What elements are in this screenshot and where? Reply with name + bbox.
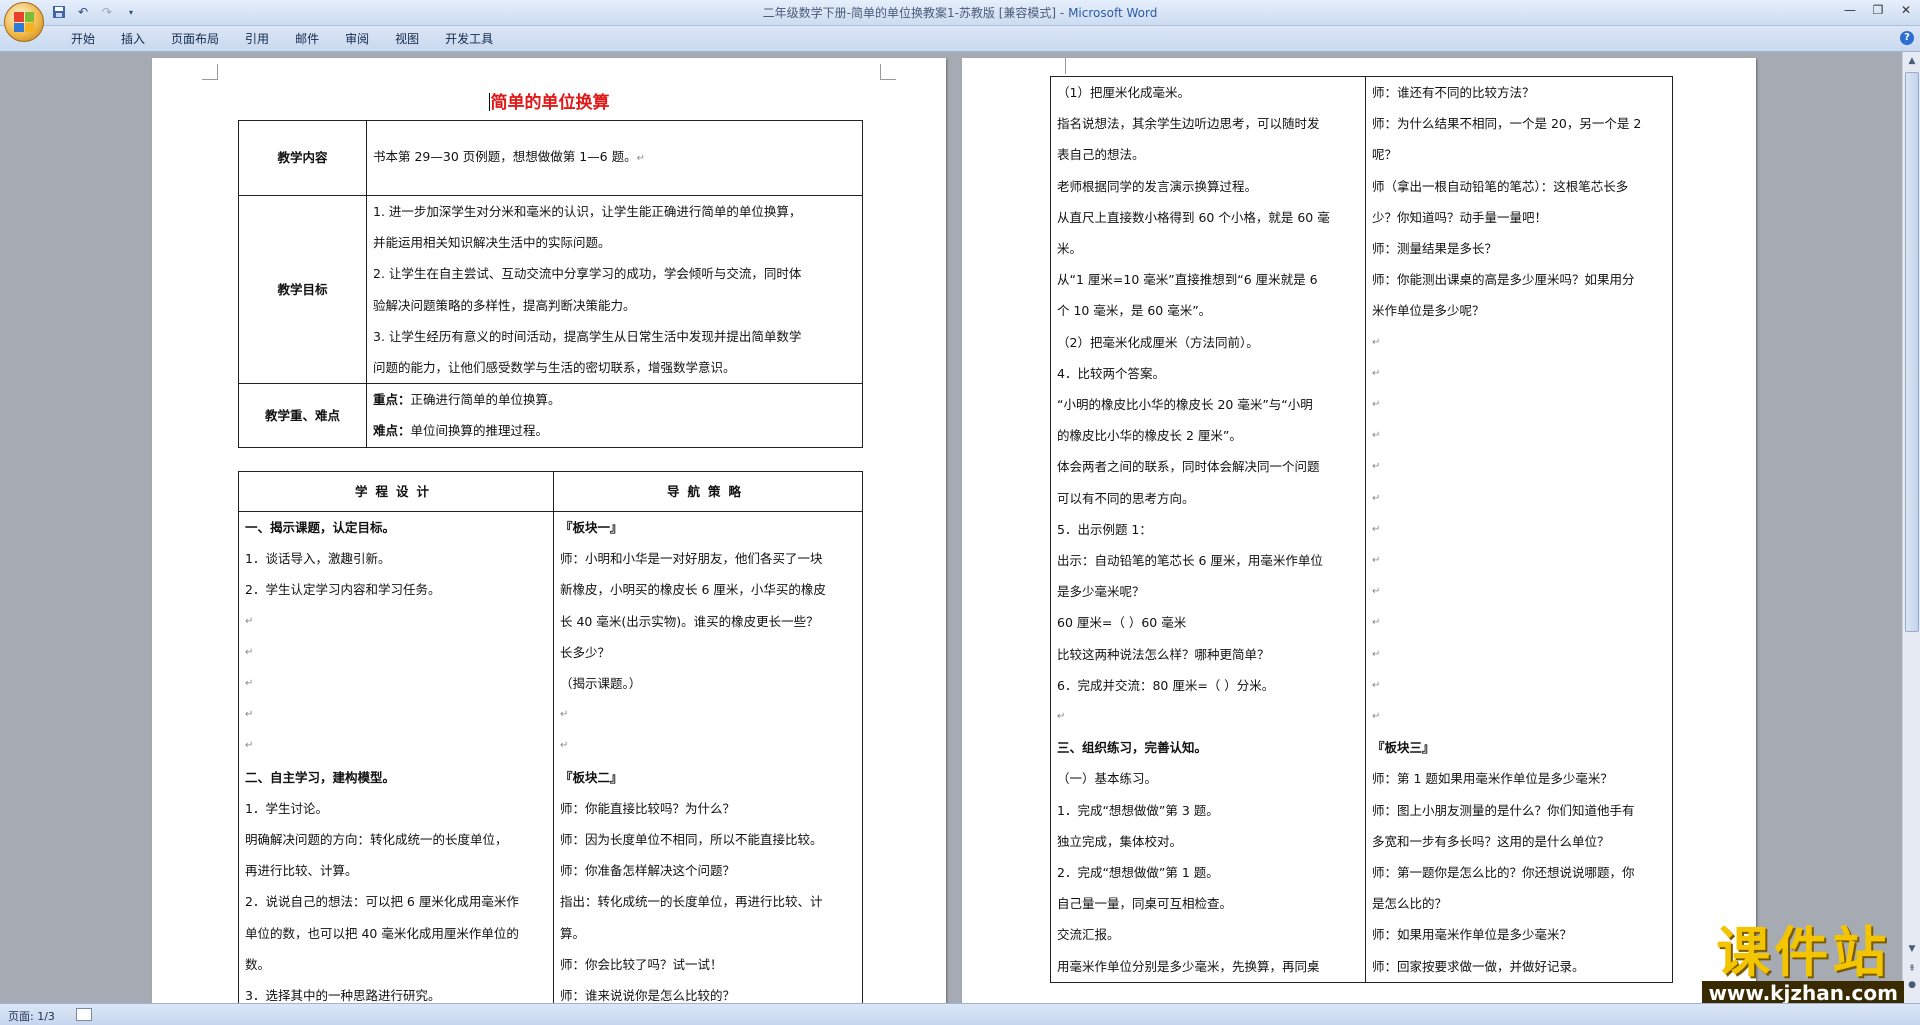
- watermark-logo: 课件站 www.kjzhan.com: [1702, 925, 1904, 1005]
- lesson-table: 学程设计 导航策略 一、揭示课题，认定目标。 1．谈话导入，激趣引新。 2．学生…: [238, 471, 863, 1003]
- tab-mailings[interactable]: 邮件: [282, 30, 332, 48]
- title-bar: ↶ ↷ ▾ 二年级数学下册-简单的单位换教案1-苏教版 [兼容模式] - Mic…: [0, 0, 1920, 42]
- restore-icon[interactable]: ❐: [1864, 0, 1892, 20]
- text-cursor: [488, 93, 490, 111]
- key-head: 教学重、难点: [238, 383, 367, 448]
- goals-text: 1. 进一步加深学生对分米和毫米的认识，让学生能正确进行简单的单位换算， 并能运…: [366, 194, 863, 385]
- tab-home[interactable]: 开始: [58, 30, 108, 48]
- col-head-right: 导航策略: [553, 471, 863, 512]
- tab-view[interactable]: 视图: [382, 30, 432, 48]
- browse-object-icon[interactable]: ●: [1905, 978, 1919, 992]
- tab-developer[interactable]: 开发工具: [432, 30, 506, 48]
- office-button[interactable]: [4, 2, 44, 42]
- page-2[interactable]: （1）把厘米化成毫米。 指名说想法，其余学生边听边思考，可以随时发 表自己的想法…: [962, 58, 1756, 1003]
- scroll-down-icon[interactable]: ▼: [1905, 942, 1919, 956]
- prev-page-icon[interactable]: ⇞: [1905, 962, 1919, 976]
- tab-references[interactable]: 引用: [232, 30, 282, 48]
- scroll-up-icon[interactable]: ▲: [1905, 54, 1919, 68]
- doc-title[interactable]: 简单的单位换算: [152, 88, 946, 113]
- page-1[interactable]: 简单的单位换算 教学内容 书本第 29—30 页例题，想想做做第 1—6 题。↵…: [152, 58, 946, 1003]
- key-text: 重点：正确进行简单的单位换算。 难点：单位间换算的推理过程。: [366, 383, 863, 448]
- watermark-url: www.kjzhan.com: [1702, 981, 1904, 1005]
- vertical-scrollbar[interactable]: ▲ ▼ ⇞ ●: [1902, 52, 1920, 1003]
- content-text: 书本第 29—30 页例题，想想做做第 1—6 题。↵: [366, 120, 863, 196]
- help-icon[interactable]: ?: [1900, 31, 1914, 45]
- lesson-table-continued: （1）把厘米化成毫米。 指名说想法，其余学生边听边思考，可以随时发 表自己的想法…: [1050, 76, 1673, 983]
- col-head-left: 学程设计: [238, 471, 554, 512]
- scroll-thumb[interactable]: [1905, 72, 1919, 632]
- info-table: 教学内容 书本第 29—30 页例题，想想做做第 1—6 题。↵ 教学目标 1.…: [238, 120, 863, 448]
- minimize-icon[interactable]: —: [1836, 0, 1864, 20]
- page-indicator[interactable]: 页面: 1/3: [8, 1008, 55, 1024]
- tab-insert[interactable]: 插入: [108, 30, 158, 48]
- left-column: 一、揭示课题，认定目标。 1．谈话导入，激趣引新。 2．学生认定学习内容和学习任…: [238, 510, 554, 1003]
- ribbon-tabs: 开始 插入 页面布局 引用 邮件 审阅 视图 开发工具 ?: [0, 26, 1920, 52]
- goals-head: 教学目标: [238, 194, 367, 385]
- document-area[interactable]: 简单的单位换算 教学内容 书本第 29—30 页例题，想想做做第 1—6 题。↵…: [0, 52, 1902, 1003]
- content-head: 教学内容: [238, 120, 367, 196]
- tab-review[interactable]: 审阅: [332, 30, 382, 48]
- close-icon[interactable]: ✕: [1892, 0, 1920, 20]
- window-title: 二年级数学下册-简单的单位换教案1-苏教版 [兼容模式] - Microsoft…: [762, 6, 1158, 20]
- p2-right-column: 师：谁还有不同的比较方法？ 师：为什么结果不相同，一个是 20，另一个是 2 呢…: [1365, 76, 1673, 983]
- status-bar: 页面: 1/3: [0, 1003, 1920, 1025]
- p2-left-column: （1）把厘米化成毫米。 指名说想法，其余学生边听边思考，可以随时发 表自己的想法…: [1050, 76, 1366, 983]
- office-logo-icon: [14, 12, 34, 32]
- tab-page-layout[interactable]: 页面布局: [158, 30, 232, 48]
- watermark-text: 课件站: [1716, 921, 1891, 984]
- proofing-icon[interactable]: [76, 1008, 92, 1021]
- right-column: 『板块一』 师：小明和小华是一对好朋友，他们各买了一块 新橡皮，小明买的橡皮长 …: [553, 510, 863, 1003]
